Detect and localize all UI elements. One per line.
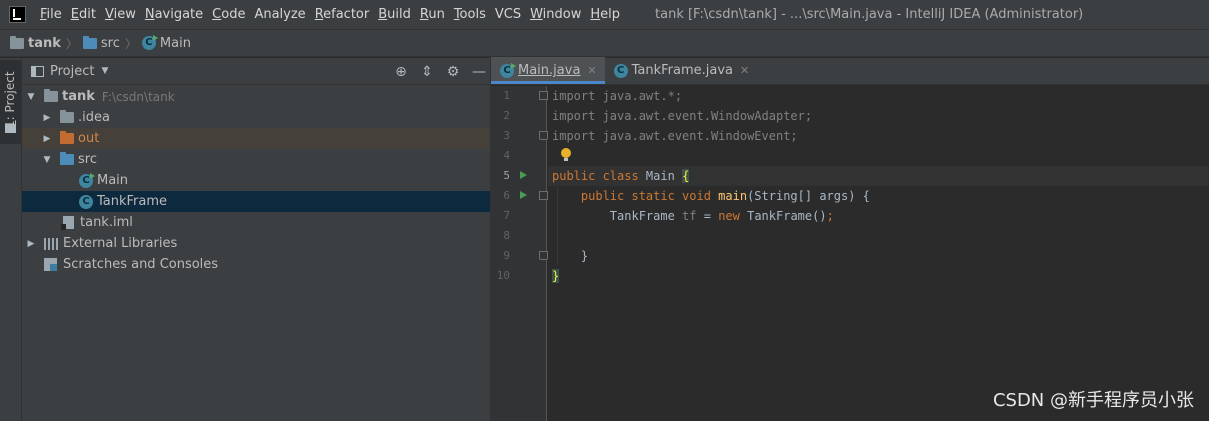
menu-run[interactable]: Run [420, 7, 445, 22]
project-tree: ▼ tank F:\csdn\tank ▶ .idea ▶ out ▼ src … [22, 85, 490, 275]
project-view-selector[interactable]: Project [50, 64, 94, 79]
gear-icon[interactable]: ⚙ [442, 61, 464, 83]
tree-item-main[interactable]: C Main [22, 170, 490, 191]
line-number: 3 [503, 129, 510, 142]
fold-toggle-icon[interactable] [539, 131, 548, 140]
code-line-2: import java.awt.event.WindowAdapter; [552, 109, 813, 123]
menu-refactor[interactable]: Refactor [315, 7, 370, 22]
menu-bar: File Edit View Navigate Code Analyze Ref… [0, 0, 1209, 29]
project-tool-window-tab[interactable]: 1: Project [0, 60, 21, 144]
collapse-all-icon[interactable]: ⇕ [416, 61, 438, 83]
java-class-icon: C [141, 35, 158, 50]
intellij-logo-icon [9, 6, 26, 23]
java-class-icon: C [613, 63, 628, 78]
tab-main-java[interactable]: C Main.java ✕ [491, 57, 605, 84]
code-line-6: public static void main(String[] args) { [552, 189, 870, 203]
line-number: 7 [503, 209, 510, 222]
code-line-7: TankFrame tf = new TankFrame(); [552, 209, 834, 223]
tool-window-strip: 1: Project [0, 58, 22, 421]
menu-window[interactable]: Window [530, 7, 581, 22]
expanded-arrow-icon[interactable]: ▼ [41, 155, 53, 165]
line-number: 9 [503, 249, 510, 262]
folder-icon [5, 124, 16, 133]
collapsed-arrow-icon[interactable]: ▶ [41, 134, 53, 144]
menu-analyze[interactable]: Analyze [254, 7, 305, 22]
breadcrumb-separator-icon: 〉 [124, 36, 137, 51]
tree-item-idea[interactable]: ▶ .idea [22, 107, 490, 128]
module-path: F:\csdn\tank [101, 89, 175, 104]
breadcrumb-separator-icon: 〉 [65, 36, 78, 51]
fold-toggle-icon[interactable] [539, 191, 548, 200]
fold-toggle-icon[interactable] [539, 251, 548, 260]
project-view-icon [31, 65, 44, 77]
line-number: 4 [503, 149, 510, 162]
menu-edit[interactable]: Edit [71, 7, 96, 22]
java-main-class-icon: C [500, 62, 516, 78]
chevron-down-icon[interactable]: ▼ [101, 66, 108, 76]
menu-view[interactable]: View [105, 7, 136, 22]
tab-tankframe-java[interactable]: C TankFrame.java ✕ [605, 57, 758, 84]
collapsed-arrow-icon[interactable]: ▶ [25, 239, 37, 249]
tree-item-out[interactable]: ▶ out [22, 128, 490, 149]
line-number: 5 [503, 169, 510, 182]
tree-item-tank-iml[interactable]: tank.iml [22, 212, 490, 233]
project-panel-header: Project ▼ ⊕ ⇕ ⚙ — [22, 58, 490, 85]
project-folder-icon [10, 35, 24, 49]
tree-item-src[interactable]: ▼ src [22, 149, 490, 170]
menu-help[interactable]: Help [590, 7, 620, 22]
tree-item-scratches[interactable]: Scratches and Consoles [22, 254, 490, 275]
line-number: 1 [503, 89, 510, 102]
fold-toggle-icon[interactable] [539, 91, 548, 100]
menu-vcs[interactable]: VCS [495, 7, 521, 22]
source-folder-icon [82, 35, 97, 49]
run-gutter-icon[interactable] [520, 191, 527, 199]
code-line-1: import java.awt.*; [552, 89, 683, 103]
module-file-icon [61, 216, 74, 230]
line-number: 10 [496, 269, 510, 282]
watermark: CSDN @新手程序员小张 [992, 390, 1194, 411]
library-icon [44, 237, 58, 250]
tree-item-external-libraries[interactable]: ▶ External Libraries [22, 233, 490, 254]
line-number: 2 [503, 109, 510, 122]
module-folder-icon [44, 89, 58, 102]
editor: C Main.java ✕ C TankFrame.java ✕ 1 2 3 4… [491, 57, 1209, 421]
collapsed-arrow-icon[interactable]: ▶ [41, 113, 53, 123]
expanded-arrow-icon[interactable]: ▼ [25, 92, 37, 102]
editor-gutter: 1 2 3 4 5 6 7 8 9 10 [491, 86, 548, 421]
scratches-icon [44, 258, 57, 271]
lightbulb-icon[interactable] [561, 148, 571, 161]
menu-build[interactable]: Build [378, 7, 411, 22]
run-gutter-icon[interactable] [520, 171, 527, 179]
breadcrumb-src[interactable]: src [82, 35, 120, 51]
project-panel: Project ▼ ⊕ ⇕ ⚙ — ▼ tank F:\csdn\tank ▶ … [22, 58, 491, 421]
code-line-10: } [552, 269, 560, 283]
window-title: tank [F:\csdn\tank] - ...\src\Main.java … [655, 7, 1084, 22]
minimize-icon[interactable]: — [468, 61, 490, 83]
breadcrumb-project[interactable]: tank [10, 35, 61, 51]
code-line-9: } [552, 249, 589, 263]
line-number: 8 [503, 229, 510, 242]
menu-code[interactable]: Code [212, 7, 245, 22]
tree-item-tank-root[interactable]: ▼ tank F:\csdn\tank [22, 86, 490, 107]
breadcrumb-main[interactable]: C Main [141, 35, 191, 51]
close-icon[interactable]: ✕ [587, 64, 596, 77]
excluded-folder-icon [60, 131, 74, 144]
breadcrumb: tank 〉 src 〉 C Main [0, 29, 1209, 57]
code-area[interactable]: 1 2 3 4 5 6 7 8 9 10 import java.awt.*; … [491, 86, 1209, 421]
java-main-class-icon: C [79, 172, 95, 188]
line-number: 6 [503, 189, 510, 202]
source-folder-icon [60, 152, 74, 165]
tree-item-tankframe[interactable]: C TankFrame [22, 191, 490, 212]
editor-tabs: C Main.java ✕ C TankFrame.java ✕ [491, 57, 1209, 85]
menu-tools[interactable]: Tools [454, 7, 486, 22]
code-line-5: public class Main { [552, 169, 690, 183]
java-class-icon: C [79, 194, 93, 209]
close-icon[interactable]: ✕ [740, 64, 749, 77]
menu-file[interactable]: File [40, 7, 62, 22]
menu-navigate[interactable]: Navigate [145, 7, 203, 22]
folder-icon [60, 110, 74, 123]
code-line-3: import java.awt.event.WindowEvent; [552, 129, 798, 143]
locate-target-icon[interactable]: ⊕ [390, 61, 412, 83]
